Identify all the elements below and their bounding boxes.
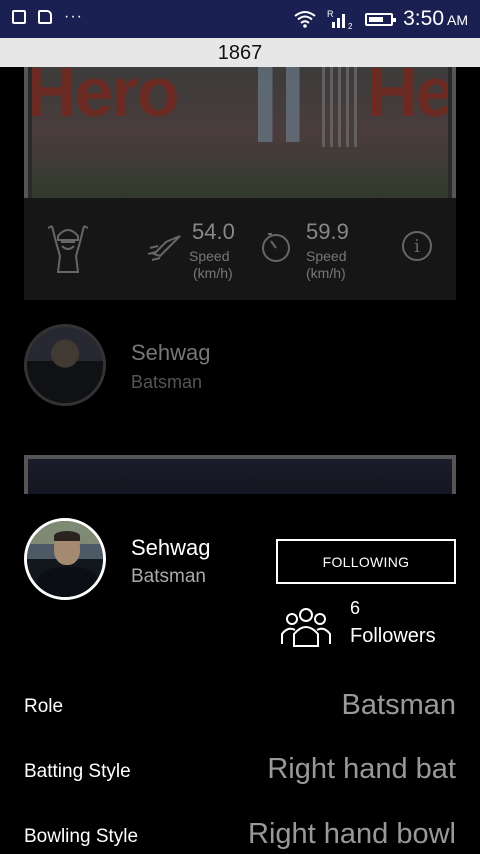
hero-banner-text-left: Hero bbox=[32, 67, 179, 131]
clock: 3:50 AM bbox=[403, 7, 468, 31]
image-icon bbox=[12, 10, 26, 24]
detail-value-role: Batsman bbox=[341, 689, 456, 721]
player-name-dim: Sehwag bbox=[131, 340, 211, 365]
keeper-icon bbox=[47, 225, 89, 273]
speed2-label: Speed bbox=[306, 248, 347, 264]
player-legs bbox=[242, 67, 322, 142]
followers-count: 6 bbox=[350, 598, 361, 618]
stumps bbox=[322, 67, 362, 147]
clock-ampm: AM bbox=[447, 12, 468, 28]
speed1-value: 54.0 bbox=[192, 219, 235, 244]
bat-speed-icon bbox=[148, 235, 181, 261]
detail-value-bowling-style: Right hand bowl bbox=[248, 818, 456, 850]
status-bar: ··· R 2 3:50 AM bbox=[0, 0, 480, 38]
avatar bbox=[24, 518, 106, 600]
following-button[interactable]: FOLLOWING bbox=[276, 539, 456, 584]
detail-label-batting-style: Batting Style bbox=[24, 761, 131, 782]
battery-icon bbox=[365, 12, 397, 26]
background-feed: Hero Hero 54.0 Speed (km/h) bbox=[0, 67, 480, 494]
hero-banner-text-right: Hero bbox=[367, 67, 448, 131]
speedometer-icon bbox=[262, 233, 290, 262]
speed2-unit: (km/h) bbox=[306, 265, 346, 281]
info-icon[interactable]: i bbox=[402, 231, 432, 261]
detail-label-bowling-style: Bowling Style bbox=[24, 826, 139, 847]
more-dots-icon: ··· bbox=[64, 8, 83, 25]
status-bar-right: R 2 3:50 AM bbox=[293, 4, 468, 34]
followers-icon bbox=[281, 608, 331, 647]
speed2-value: 59.9 bbox=[306, 219, 349, 244]
followers-label: Followers bbox=[350, 625, 436, 647]
signal-icon: R 2 bbox=[327, 9, 353, 30]
player-list-item[interactable]: Sehwag Batsman bbox=[0, 322, 480, 408]
title-bar: 1867 bbox=[0, 38, 480, 67]
signal-r-label: R bbox=[327, 9, 334, 19]
profile-role: Batsman bbox=[131, 566, 206, 587]
clock-time: 3:50 bbox=[403, 7, 444, 30]
page-title: 1867 bbox=[217, 42, 263, 64]
speed1-unit: (km/h) bbox=[193, 265, 233, 281]
status-bar-left: ··· bbox=[12, 8, 83, 25]
speed1-label: Speed bbox=[189, 248, 230, 264]
detail-label-role: Role bbox=[24, 696, 64, 717]
profile-name: Sehwag bbox=[131, 535, 211, 560]
player-role-dim: Batsman bbox=[131, 372, 203, 392]
wifi-icon bbox=[294, 11, 316, 28]
player-avatar-dim bbox=[24, 324, 106, 406]
detail-value-batting-style: Right hand bat bbox=[267, 753, 456, 785]
player-profile-sheet: Sehwag Batsman FOLLOWING 6 Followers Rol… bbox=[0, 494, 480, 854]
shot-stats-row: 54.0 Speed (km/h) 59.9 Speed (km/h) i bbox=[24, 198, 456, 300]
next-video-card[interactable] bbox=[24, 455, 456, 494]
sd-card-icon bbox=[38, 10, 52, 24]
signal-sub-label: 2 bbox=[348, 22, 353, 30]
